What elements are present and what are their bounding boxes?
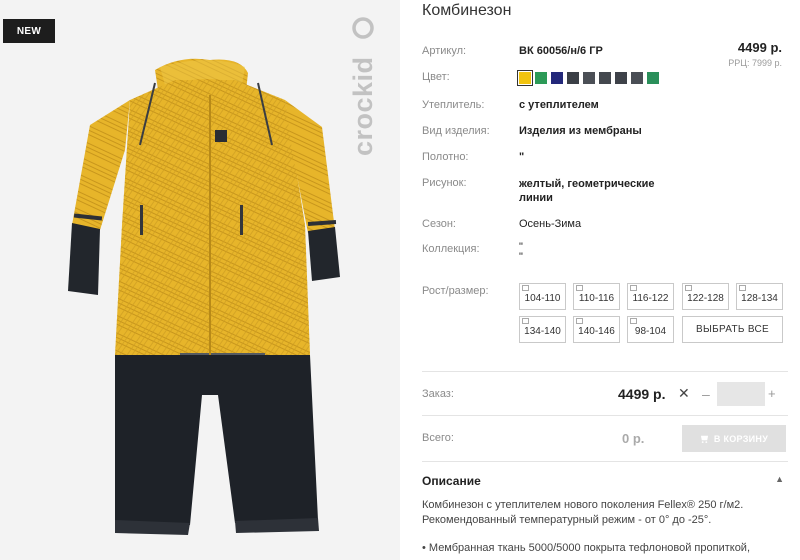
size-checkbox-icon xyxy=(576,318,583,324)
attr-value: желтый, геометрические линии xyxy=(519,178,655,204)
size-option[interactable]: 116-122 xyxy=(627,283,674,310)
attr-value: " " xyxy=(519,241,523,263)
size-checkbox-icon xyxy=(522,318,529,324)
attr-value: Осень-Зима xyxy=(519,218,582,230)
add-to-cart-button[interactable]: В КОРЗИНУ xyxy=(682,425,786,452)
size-text: 104-110 xyxy=(524,292,561,304)
total-value: 0 р. xyxy=(622,431,645,446)
color-swatch[interactable] xyxy=(567,72,579,84)
size-option[interactable]: 98-104 xyxy=(627,316,674,343)
attr-value: с утеплителем xyxy=(519,99,599,111)
attr-label: Рисунок: xyxy=(422,177,467,189)
attr-label: Полотно: xyxy=(422,151,469,163)
color-swatch[interactable] xyxy=(599,72,611,84)
recommended-retail-price: РРЦ: 7999 р. xyxy=(728,58,782,68)
description-bullet: • Мембранная ткань 5000/5000 покрыта теф… xyxy=(422,542,751,554)
size-option[interactable]: 122-128 xyxy=(682,283,729,310)
color-swatches xyxy=(517,70,659,86)
product-price: 4499 р. xyxy=(737,40,782,55)
order-price: 4499 р. xyxy=(618,386,666,402)
quantity-input[interactable] xyxy=(717,382,765,406)
size-option[interactable]: 128-134 xyxy=(736,283,783,310)
size-checkbox-icon xyxy=(685,285,692,291)
product-info-panel: Комбинезон 4499 р. РРЦ: 7999 р. Артикул:… xyxy=(400,0,800,560)
attr-value: Изделия из мембраны xyxy=(519,125,642,137)
size-checkbox-icon xyxy=(630,318,637,324)
size-checkbox-icon xyxy=(576,285,583,291)
size-text: 116-122 xyxy=(632,292,669,304)
decrease-quantity-button[interactable]: – xyxy=(702,386,710,402)
jumpsuit-image xyxy=(68,58,340,535)
description-heading[interactable]: Описание xyxy=(422,474,481,488)
attr-label: Вид изделия: xyxy=(422,125,490,137)
attr-label: Цвет: xyxy=(422,71,450,83)
size-text: 140-146 xyxy=(578,325,615,337)
size-text: 128-134 xyxy=(741,292,778,304)
color-swatch[interactable] xyxy=(551,72,563,84)
product-image-panel: NEW crockid xyxy=(0,0,400,560)
color-swatch[interactable] xyxy=(615,72,627,84)
size-text: 110-116 xyxy=(578,292,615,304)
product-title: Комбинезон xyxy=(422,2,512,19)
size-label: Рост/размер: xyxy=(422,285,489,297)
size-text: 122-128 xyxy=(687,292,724,304)
color-swatch[interactable] xyxy=(583,72,595,84)
color-swatch[interactable] xyxy=(535,72,547,84)
color-swatch[interactable] xyxy=(647,72,659,84)
size-text: 134-140 xyxy=(524,325,561,337)
cart-icon xyxy=(700,435,708,443)
attr-label: Сезон: xyxy=(422,218,456,230)
attr-value: ВК 60056/н/6 ГР xyxy=(519,45,603,57)
attr-label: Артикул: xyxy=(422,45,467,57)
divider xyxy=(422,461,788,462)
collapse-caret-icon[interactable]: ▲ xyxy=(775,474,784,484)
size-option[interactable]: 110-116 xyxy=(573,283,620,310)
increase-quantity-button[interactable]: + xyxy=(768,386,776,401)
size-option[interactable]: 134-140 xyxy=(519,316,566,343)
size-text: 98-104 xyxy=(634,325,667,337)
select-all-button[interactable]: ВЫБРАТЬ ВСЕ xyxy=(682,316,783,343)
divider xyxy=(422,371,788,372)
close-icon[interactable]: ✕ xyxy=(678,385,690,402)
order-label: Заказ: xyxy=(422,388,454,400)
size-checkbox-icon xyxy=(630,285,637,291)
color-swatch[interactable] xyxy=(631,72,643,84)
size-checkbox-icon xyxy=(522,285,529,291)
total-label: Всего: xyxy=(422,432,454,444)
divider xyxy=(422,415,788,416)
new-badge: NEW xyxy=(3,19,55,43)
size-option[interactable]: 140-146 xyxy=(573,316,620,343)
attr-label: Коллекция: xyxy=(422,243,480,255)
add-to-cart-label: В КОРЗИНУ xyxy=(713,433,769,444)
color-swatch[interactable] xyxy=(517,70,533,86)
attr-label: Утеплитель: xyxy=(422,99,485,111)
size-option[interactable]: 104-110 xyxy=(519,283,566,310)
description-text: Комбинезон с утеплителем нового поколени… xyxy=(422,499,744,526)
attr-value: " xyxy=(519,151,525,163)
size-checkbox-icon xyxy=(739,285,746,291)
